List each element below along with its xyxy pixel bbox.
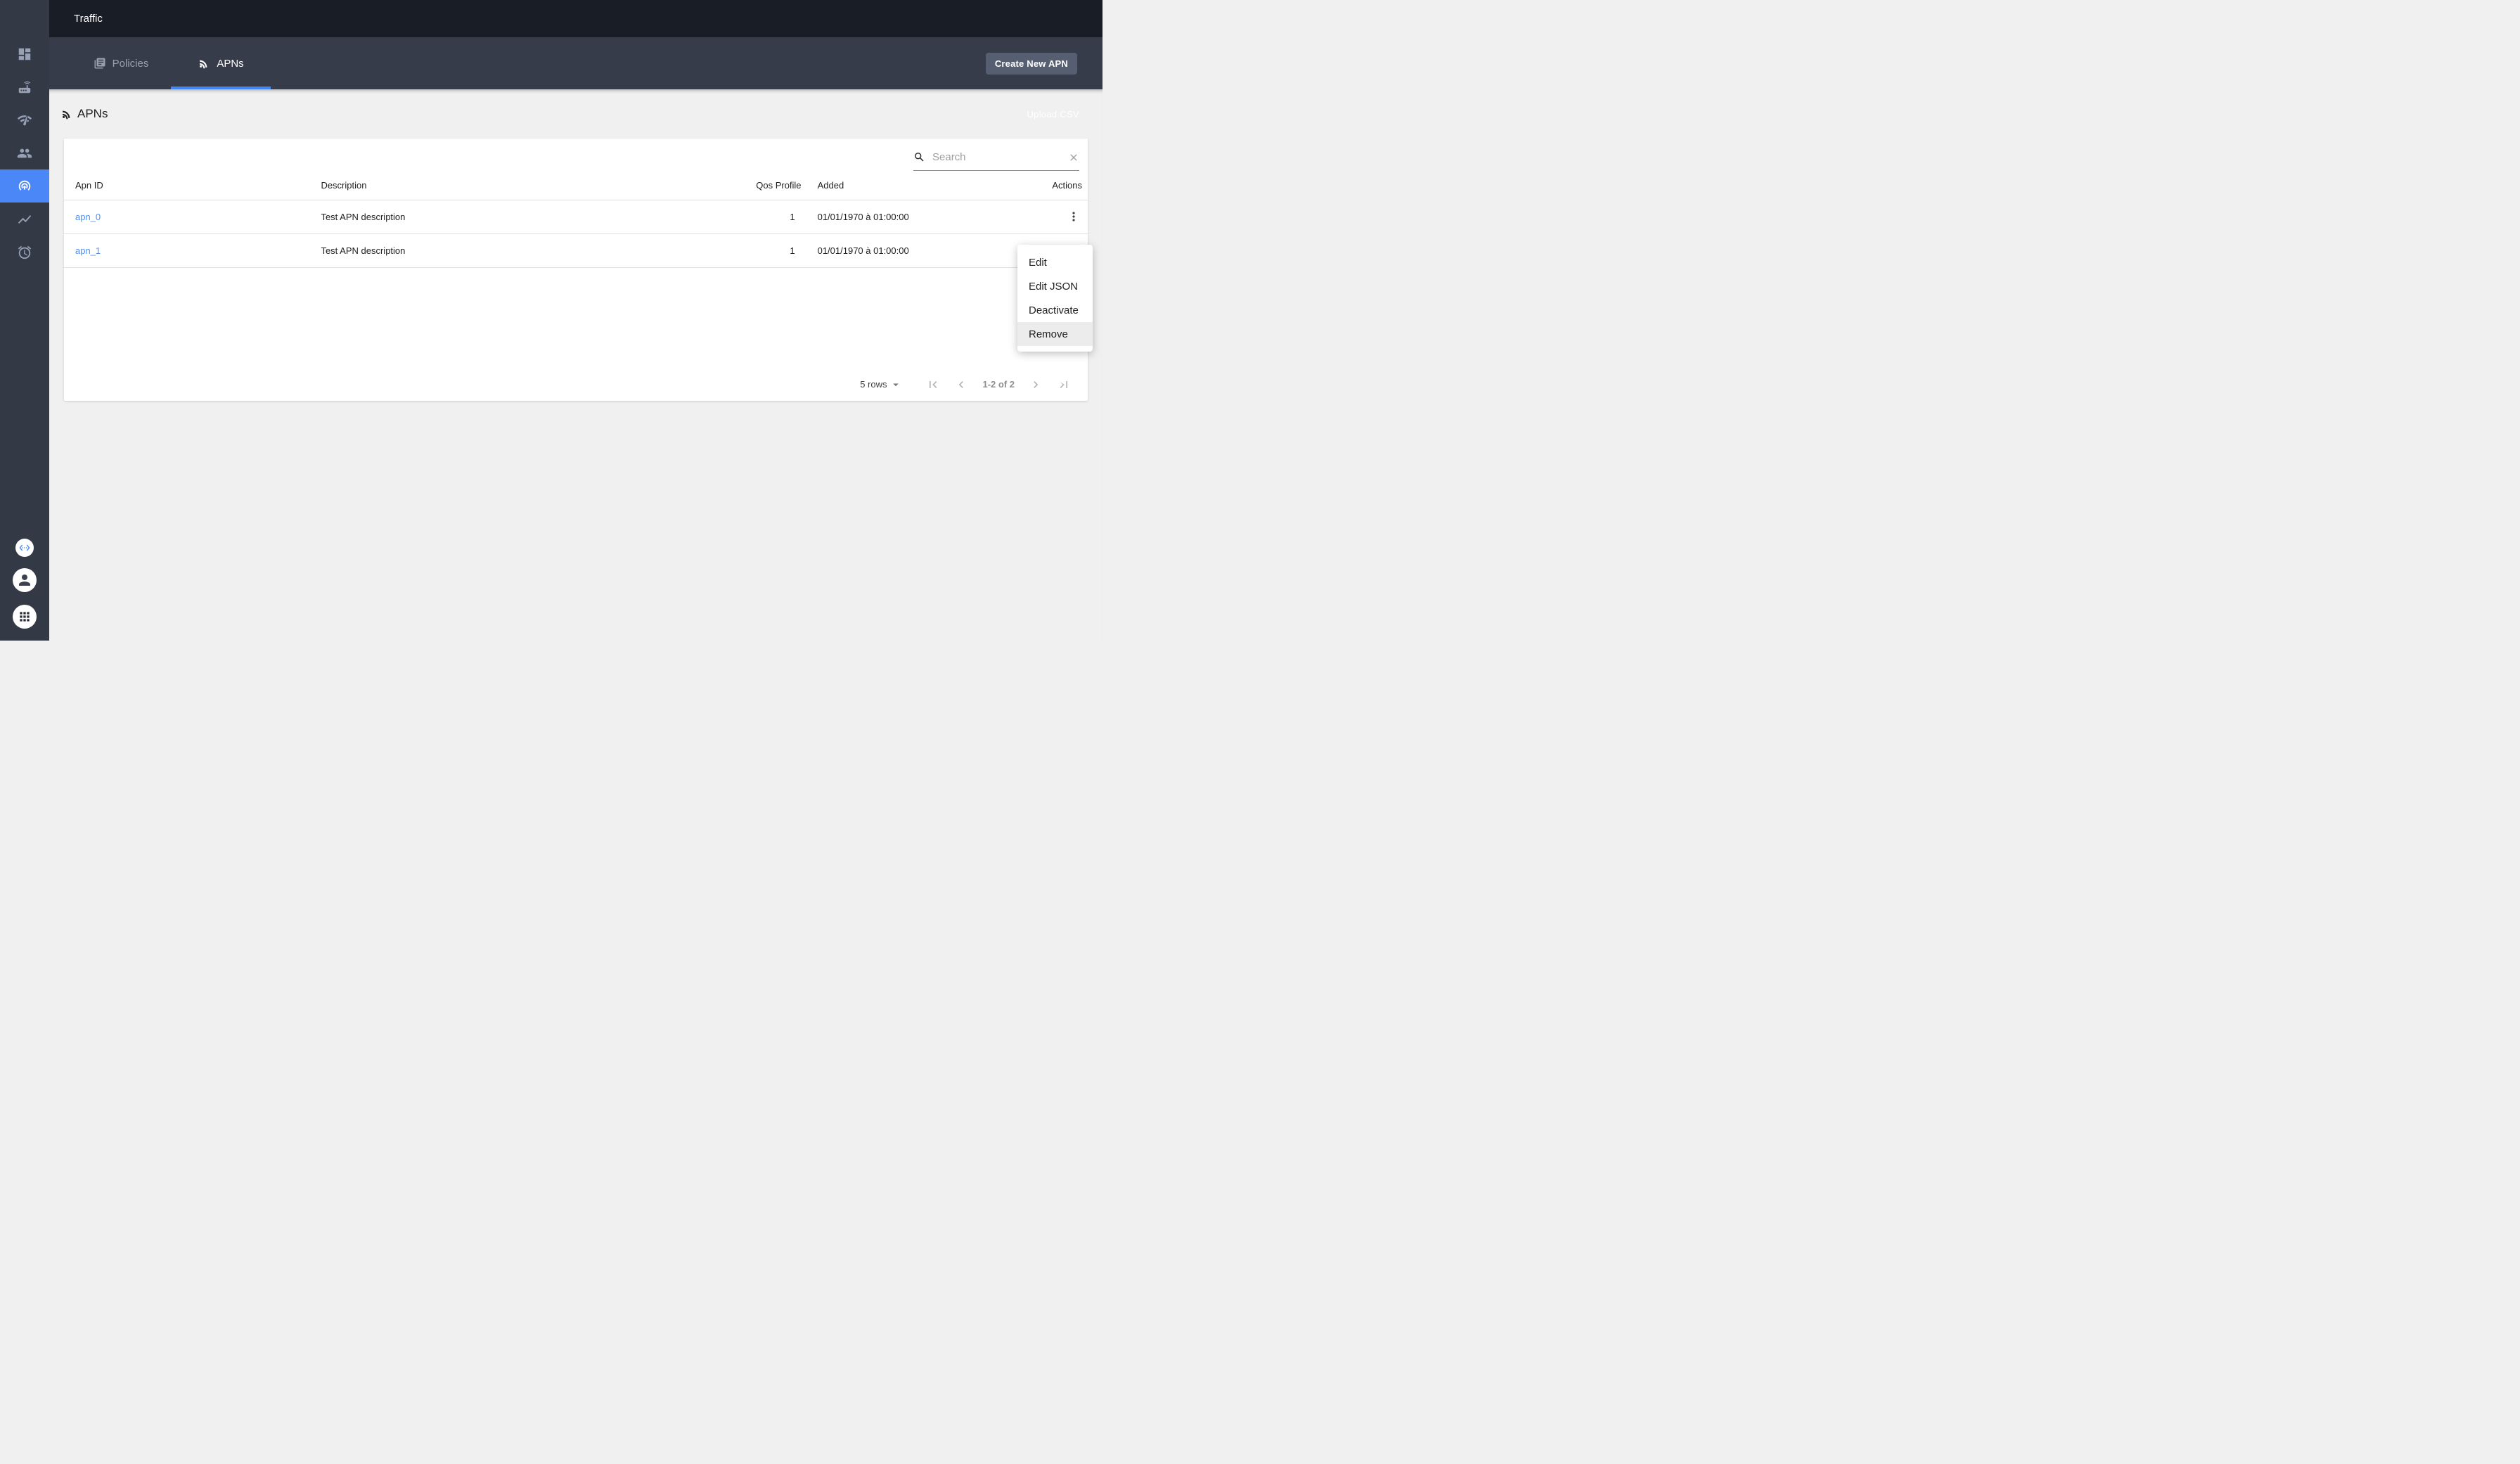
rss-icon — [60, 108, 73, 120]
clear-search-button[interactable] — [1068, 152, 1079, 163]
last-page-button[interactable] — [1057, 378, 1071, 392]
apn-added: 01/01/1970 à 01:00:00 — [806, 200, 1001, 234]
apn-id-link[interactable]: apn_0 — [75, 212, 101, 222]
menu-item-edit-json[interactable]: Edit JSON — [1017, 274, 1093, 298]
create-new-apn-button[interactable]: Create New APN — [985, 52, 1077, 75]
sidebar-item-apns[interactable] — [0, 169, 49, 203]
apns-table: Apn ID Description Qos Profile Added Act… — [64, 171, 1088, 268]
header-apn-id: Apn ID — [64, 171, 310, 200]
more-vert-icon — [1067, 210, 1081, 224]
search-box — [913, 148, 1079, 171]
pagination-bar: 5 rows 1-2 of 2 — [64, 368, 1088, 401]
apns-table-card: Apn ID Description Qos Profile Added Act… — [64, 139, 1088, 401]
router-icon — [17, 79, 32, 95]
rows-per-page-label: 5 rows — [860, 379, 887, 390]
table-header-row: Apn ID Description Qos Profile Added Act… — [64, 171, 1088, 200]
sidebar-nav — [0, 0, 49, 269]
apn-qos-profile: 1 — [745, 200, 806, 234]
header-qos-profile: Qos Profile — [745, 171, 806, 200]
code-ethernet-icon — [19, 542, 30, 553]
apn-added: 01/01/1970 à 01:00:00 — [806, 233, 1001, 268]
section-title-wrap: APNs — [60, 107, 108, 121]
tabbar-spacer — [271, 37, 986, 89]
main-area: Traffic Policies APNs Create New APN APN… — [49, 0, 1102, 641]
sidebar-item-subscribers[interactable] — [0, 136, 49, 169]
sidebar-item-analytics[interactable] — [0, 203, 49, 236]
topbar: Traffic — [49, 0, 1102, 37]
sidebar-item-alarms[interactable] — [0, 236, 49, 269]
wifi-tethering-icon — [17, 179, 32, 194]
next-page-button[interactable] — [1029, 378, 1043, 392]
api-button[interactable] — [15, 539, 34, 557]
alarm-icon — [17, 245, 32, 260]
table-row: apn_1 Test APN description 1 01/01/1970 … — [64, 233, 1088, 268]
last-page-icon — [1057, 378, 1071, 392]
row-actions-menu: Edit Edit JSON Deactivate Remove — [1017, 245, 1093, 352]
chevron-left-icon — [954, 378, 968, 392]
search-input[interactable] — [932, 151, 1061, 163]
first-page-button[interactable] — [926, 378, 940, 392]
search-row — [64, 139, 1088, 171]
sidebar — [0, 0, 49, 641]
sidebar-item-dashboard[interactable] — [0, 37, 49, 70]
dashboard-icon — [17, 46, 32, 62]
card-spacer — [64, 268, 1088, 368]
content-area: APNs Upload CSV Search Apn ID Descriptio… — [49, 89, 1102, 641]
close-icon — [1068, 152, 1079, 163]
previous-page-button[interactable] — [954, 378, 968, 392]
search-icon — [913, 151, 925, 163]
library-books-icon — [94, 57, 106, 70]
apps-button[interactable] — [13, 605, 37, 629]
chevron-down-icon — [889, 378, 902, 391]
first-page-icon — [926, 378, 940, 392]
people-icon — [17, 146, 32, 161]
tab-policies-label: Policies — [112, 57, 149, 70]
rss-icon — [198, 57, 210, 70]
apps-grid-icon — [18, 610, 32, 624]
sidebar-item-network[interactable] — [0, 103, 49, 136]
sidebar-item-routers[interactable] — [0, 70, 49, 103]
tab-policies[interactable]: Policies — [71, 37, 171, 89]
menu-item-deactivate[interactable]: Deactivate — [1017, 298, 1093, 322]
page-title: Traffic — [74, 13, 103, 25]
row-actions-button[interactable] — [1065, 208, 1082, 225]
show-chart-icon — [17, 212, 32, 227]
header-description: Description — [309, 171, 745, 200]
section-title: APNs — [77, 107, 108, 120]
sidebar-bottom — [0, 539, 49, 641]
person-icon — [16, 572, 33, 589]
upload-csv-button[interactable]: Upload CSV — [1027, 109, 1079, 120]
apn-id-link[interactable]: apn_1 — [75, 245, 101, 256]
pagination-range-label: 1-2 of 2 — [982, 379, 1015, 390]
menu-item-remove[interactable]: Remove — [1017, 322, 1093, 346]
table-row: apn_0 Test APN description 1 01/01/1970 … — [64, 200, 1088, 234]
header-added: Added — [806, 171, 1001, 200]
apn-description: Test APN description — [309, 200, 745, 234]
section-header: APNs Upload CSV — [49, 89, 1102, 139]
app-root: Traffic Policies APNs Create New APN APN… — [0, 0, 1102, 641]
tab-apns-label: APNs — [217, 57, 244, 70]
apn-description: Test APN description — [309, 233, 745, 268]
menu-item-edit[interactable]: Edit — [1017, 250, 1093, 274]
chevron-right-icon — [1029, 378, 1043, 392]
apn-qos-profile: 1 — [745, 233, 806, 268]
account-button[interactable] — [13, 568, 37, 592]
tab-apns[interactable]: APNs — [171, 37, 271, 89]
tab-bar: Policies APNs Create New APN — [49, 37, 1102, 89]
network-check-icon — [17, 113, 32, 128]
rows-per-page-select[interactable]: 5 rows — [860, 378, 902, 391]
header-actions: Actions — [1001, 171, 1088, 200]
